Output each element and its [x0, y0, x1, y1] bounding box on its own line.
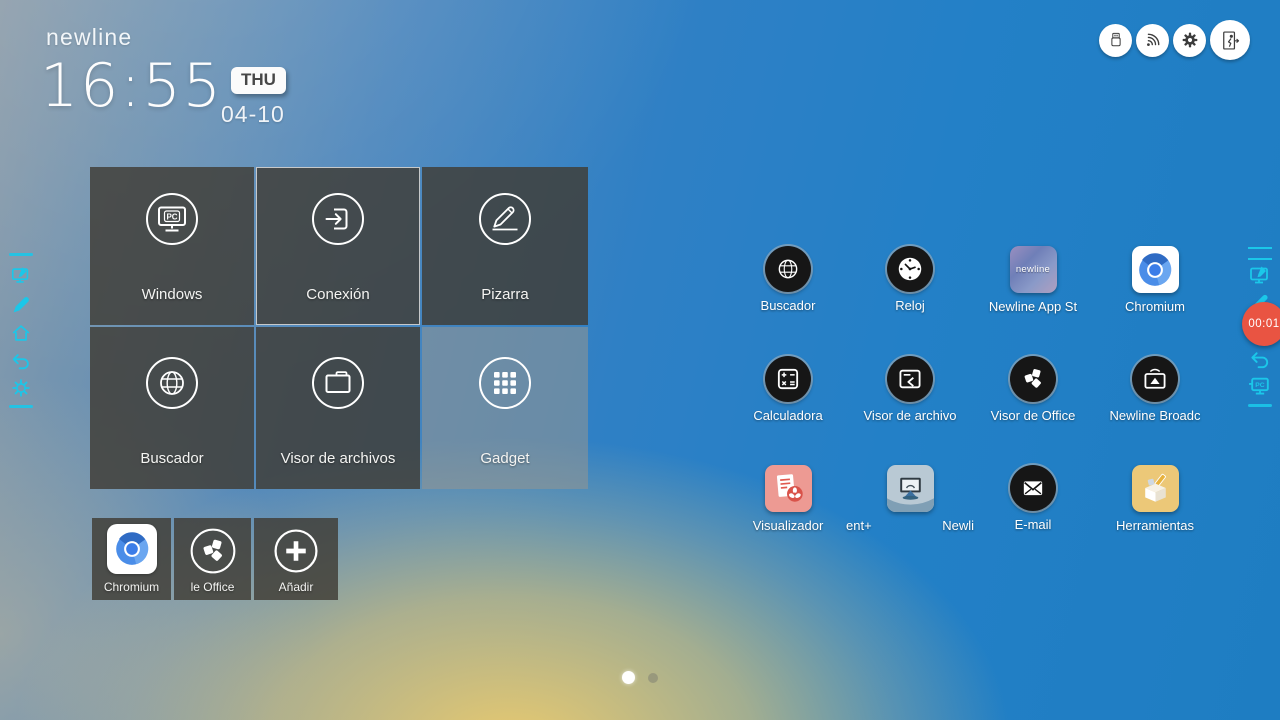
right-toolbar-handle-bottom[interactable] — [1248, 404, 1272, 407]
annotate-screen-icon[interactable] — [10, 265, 32, 287]
home-icon[interactable] — [10, 322, 32, 344]
tile-windows[interactable]: Windows — [90, 167, 254, 325]
tile-label: Pizarra — [481, 286, 529, 303]
left-toolbar-handle-bottom[interactable] — [9, 405, 33, 408]
office-dice-icon — [187, 525, 239, 577]
globe-icon — [144, 355, 200, 411]
app-label: Visor de Office — [990, 408, 1076, 423]
quick-settings-bar — [1099, 20, 1250, 60]
exit-icon — [1217, 27, 1244, 54]
tile-label: Visor de archivos — [280, 450, 396, 467]
app-label: Herramientas — [1115, 518, 1195, 533]
return-icon[interactable] — [10, 350, 32, 372]
usb-icon — [1105, 29, 1127, 51]
usb-button[interactable] — [1099, 23, 1132, 57]
widgets-icon[interactable] — [10, 377, 32, 399]
file-viewer-icon — [890, 359, 930, 399]
page-indicator — [0, 671, 1280, 684]
pen-icon[interactable] — [10, 294, 32, 316]
shortcut-label: Chromium — [103, 580, 160, 594]
app-buscador[interactable]: Buscador — [733, 246, 843, 313]
page-dot[interactable] — [648, 672, 658, 683]
app-label: Chromium — [1125, 299, 1185, 314]
tile-label: Buscador — [140, 450, 204, 467]
connection-enter-icon — [310, 191, 366, 247]
present-screen-icon — [887, 465, 934, 512]
hotspot-button[interactable] — [1136, 23, 1169, 57]
settings-button[interactable] — [1173, 23, 1206, 57]
tile-label: Windows — [141, 286, 203, 303]
newline-logo: newline — [46, 24, 133, 50]
newline-store-icon: newline — [1009, 246, 1057, 293]
tile-gadget[interactable]: Gadget — [422, 327, 588, 489]
broadcast-cast-icon — [1135, 359, 1175, 399]
whiteboard-pen-icon — [477, 191, 533, 247]
folder-icon — [310, 355, 366, 411]
tile-conexion[interactable]: Conexión — [256, 167, 420, 325]
clock-time: 16:55 — [40, 51, 223, 121]
return-icon[interactable] — [1249, 348, 1272, 371]
app-herramientas[interactable]: Herramientas — [1100, 465, 1210, 533]
app-label: Buscador — [760, 298, 816, 313]
app-label: Visualizador — [752, 518, 824, 533]
tile-visor-archivos[interactable]: Visor de archivos — [256, 327, 420, 489]
app-reloj[interactable]: Reloj — [855, 246, 965, 313]
app-label: Calculadora — [753, 408, 823, 423]
settings-gear-icon — [1179, 29, 1201, 51]
add-plus-icon — [270, 525, 322, 577]
chromium-logo-icon — [106, 524, 157, 574]
calculator-icon — [768, 359, 808, 399]
tile-buscador[interactable]: Buscador — [90, 327, 254, 489]
shortcut-office[interactable]: le Office — [174, 518, 251, 600]
app-visor-office[interactable]: Visor de Office — [978, 356, 1088, 423]
app-label-right: Newli — [942, 518, 974, 533]
app-label: Newline App St — [988, 299, 1078, 314]
shortcut-label: le Office — [190, 580, 235, 594]
apps-grid-icon — [477, 355, 533, 411]
app-present-newline[interactable]: ent+ Newli — [845, 465, 975, 533]
app-calculadora[interactable]: Calculadora — [733, 356, 843, 423]
app-label: E-mail — [1014, 517, 1052, 532]
app-label: Reloj — [895, 298, 925, 313]
day-badge: THU — [231, 67, 286, 94]
right-side-toolbar — [1244, 0, 1276, 720]
shortcut-chromium[interactable]: Chromium — [92, 518, 171, 600]
hotspot-icon — [1142, 29, 1164, 51]
tile-pizarra[interactable]: Pizarra — [422, 167, 588, 325]
left-side-toolbar — [6, 0, 36, 720]
app-newline-broadcast[interactable]: Newline Broadc — [1100, 356, 1210, 423]
date-label: 04-10 — [221, 101, 285, 127]
app-label: Newline Broadc — [1109, 408, 1201, 423]
app-visualizador[interactable]: Visualizador — [733, 465, 843, 533]
toolbox-icon — [1132, 465, 1179, 512]
chromium-logo-icon — [1131, 246, 1179, 293]
app-email[interactable]: E-mail — [978, 465, 1088, 532]
clock-icon — [890, 249, 930, 289]
office-dice-icon — [1010, 356, 1056, 402]
shortcut-label: Añadir — [278, 580, 314, 594]
tile-label: Conexión — [306, 286, 370, 303]
tile-label: Gadget — [480, 450, 530, 467]
page-dot-active[interactable] — [622, 671, 635, 684]
envelope-icon — [1013, 468, 1053, 508]
store-icon-text: newline — [1015, 264, 1051, 275]
globe-icon — [766, 247, 810, 291]
app-visor-archivo[interactable]: Visor de archivo — [855, 356, 965, 423]
pc-screen-icon[interactable] — [1248, 374, 1273, 399]
timer-badge[interactable]: 00:01 — [1242, 302, 1280, 346]
launcher-home-screen: PC — [0, 0, 1280, 720]
app-newline-app-store[interactable]: newline Newline App St — [978, 246, 1088, 314]
annotate-screen-icon[interactable] — [1248, 264, 1272, 288]
app-chromium[interactable]: Chromium — [1100, 246, 1210, 314]
pc-monitor-icon — [144, 191, 200, 247]
right-toolbar-handle[interactable] — [1248, 247, 1272, 260]
app-label-left: ent+ — [846, 518, 872, 533]
left-toolbar-handle[interactable] — [9, 253, 33, 256]
app-label: Visor de archivo — [863, 408, 957, 423]
shortcut-add[interactable]: Añadir — [254, 518, 338, 600]
visualizer-doc-icon — [765, 465, 812, 512]
